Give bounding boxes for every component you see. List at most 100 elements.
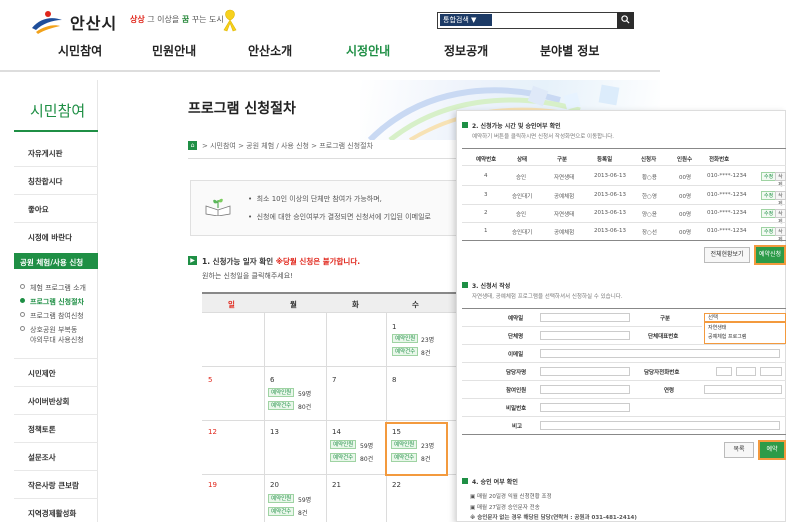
form-label-participants: 참여인원 — [506, 388, 527, 394]
sidebar-item-wish[interactable]: 시정에 바란다 — [28, 232, 72, 243]
remarks-field[interactable] — [540, 421, 780, 430]
home-icon[interactable]: ⌂ — [188, 141, 197, 150]
sidebar-divider — [14, 386, 98, 387]
calendar-day-12[interactable]: 12 — [208, 428, 217, 436]
sidebar-item-local-economy[interactable]: 지역경제활성화 — [28, 508, 76, 519]
reservation-calendar — [202, 292, 456, 522]
manager-name-field[interactable] — [540, 367, 630, 376]
gnb-citizen[interactable]: 시민참여 — [58, 42, 102, 59]
age-select[interactable] — [704, 385, 782, 394]
password-field[interactable] — [540, 403, 630, 412]
delete-button[interactable]: 삭제 — [775, 209, 786, 225]
sidebar-item-praise[interactable]: 칭찬합시다 — [28, 176, 63, 187]
table-divider — [462, 222, 786, 223]
group-name-field[interactable] — [540, 331, 630, 340]
sidebar-item-small-love[interactable]: 작은사랑 큰보람 — [28, 480, 79, 491]
step-marker-icon: ▶ — [188, 256, 197, 265]
calendar-day-13[interactable]: 13 — [270, 428, 279, 436]
calendar-day-20[interactable]: 20 — [270, 481, 279, 489]
delete-button[interactable]: 삭제 — [775, 172, 786, 188]
reserved-count-badge: 예약건수 — [392, 347, 419, 356]
step3-title: 3. 신청서 작성 — [472, 283, 511, 290]
participants-select[interactable] — [540, 385, 630, 394]
type-select[interactable]: 선택 — [704, 313, 786, 322]
sidebar-divider — [14, 442, 98, 443]
reserved-count-badge: 예약건수 — [268, 401, 295, 410]
edit-button[interactable]: 수정 — [761, 191, 777, 200]
gnb-civil[interactable]: 민원안내 — [152, 42, 196, 59]
header-divider — [0, 70, 660, 72]
delete-button[interactable]: 삭제 — [775, 227, 786, 243]
reserved-count-value: 8건 — [421, 350, 431, 357]
reserve-button[interactable]: 예약신청 — [754, 245, 786, 265]
calendar-header-mon: 월 — [290, 300, 297, 309]
city-logo-text[interactable]: 안산시 — [70, 10, 117, 34]
table-cell: 2013-06-13 — [594, 173, 626, 179]
gnb-fields[interactable]: 분야별 정보 — [540, 42, 599, 59]
calendar-day-7[interactable]: 7 — [332, 376, 336, 384]
calendar-day-19[interactable]: 19 — [208, 481, 217, 489]
phone-last-field[interactable] — [760, 367, 782, 376]
edit-button[interactable]: 수정 — [761, 209, 777, 218]
col-header-no: 예약번호 — [476, 157, 497, 163]
col-header-applicant: 신청자 — [641, 157, 657, 163]
table-top-border — [462, 148, 786, 149]
calendar-day-6[interactable]: 6 — [270, 376, 274, 384]
date-field[interactable] — [540, 313, 630, 322]
dropdown-option-nature[interactable]: 자연생태 — [708, 324, 726, 331]
email-field[interactable] — [540, 349, 780, 358]
table-cell: 2013-06-13 — [594, 228, 626, 234]
col-header-phone: 전화번호 — [709, 157, 730, 163]
book-sprout-icon — [205, 198, 231, 216]
calendar-day-5[interactable]: 5 — [208, 376, 212, 384]
dropdown-option-craft[interactable]: 공예체험 프로그램 — [708, 333, 746, 340]
reserved-count-value: 80건 — [298, 404, 312, 411]
sidebar-item-survey[interactable]: 설문조사 — [28, 452, 56, 463]
phone-middle-field[interactable] — [736, 367, 756, 376]
reserved-people-badge: 예약인원 — [391, 440, 418, 449]
table-cell: 2013-06-13 — [594, 192, 626, 198]
submit-reserve-button[interactable]: 예약 — [758, 440, 786, 460]
sidebar-item-proposal[interactable]: 시민제안 — [28, 368, 56, 379]
sub-item-procedure[interactable]: 프로그램 신청절차 — [30, 297, 84, 307]
phone-prefix-select[interactable] — [716, 367, 732, 376]
calendar-day-1[interactable]: 1 — [392, 323, 396, 331]
table-divider — [462, 165, 786, 166]
calendar-day-15[interactable]: 15 — [392, 428, 401, 436]
table-cell: 양○윤 — [642, 212, 657, 218]
calendar-day-21[interactable]: 21 — [332, 481, 341, 489]
calendar-day-22[interactable]: 22 — [392, 481, 401, 489]
step4-note-2: ▣ 매월 27일경 승인문자 전송 — [470, 505, 540, 511]
table-cell: 3 — [484, 192, 488, 198]
search-button[interactable] — [617, 12, 634, 29]
calendar-day-8[interactable]: 8 — [392, 376, 396, 384]
delete-button[interactable]: 삭제 — [775, 191, 786, 207]
col-header-date: 등록일 — [597, 157, 613, 163]
notice-text-2: • 신청에 대한 승인여부가 결정되면 신청서에 기입된 이메일로 — [248, 213, 431, 221]
reserved-people-count: 59명 — [298, 497, 312, 504]
edit-button[interactable]: 수정 — [761, 227, 777, 236]
calendar-day-14[interactable]: 14 — [332, 428, 341, 436]
sidebar-title: 시민참여 — [30, 102, 86, 120]
sidebar-item-policy-debate[interactable]: 정책토론 — [28, 424, 56, 435]
view-all-button[interactable]: 전체현황보기 — [704, 247, 750, 263]
edit-button[interactable]: 수정 — [761, 172, 777, 181]
sidebar-item-cyber-meeting[interactable]: 사이버반상회 — [28, 396, 69, 407]
bullet-icon — [20, 326, 25, 331]
gnb-info[interactable]: 정보공개 — [444, 42, 488, 59]
city-logo-icon[interactable] — [28, 10, 64, 34]
sidebar-item-free-board[interactable]: 자유게시판 — [28, 148, 63, 159]
reserved-count-value: 8건 — [298, 510, 308, 517]
list-button[interactable]: 목록 — [724, 442, 754, 458]
sub-item-stage-apply[interactable]: 상호공원 부복동 야외무대 사용신청 — [30, 325, 84, 345]
search-scope-select[interactable]: 통합검색 ▼ — [440, 14, 492, 26]
sub-item-program-intro[interactable]: 체험 프로그램 소개 — [30, 283, 86, 293]
sub-item-program-apply[interactable]: 프로그램 참여신청 — [30, 311, 84, 321]
sidebar-item-like[interactable]: 좋아요 — [28, 204, 49, 215]
gnb-admin[interactable]: 시정안내 — [346, 42, 390, 59]
sidebar-divider — [14, 166, 98, 167]
bullet-icon — [20, 284, 25, 289]
gnb-about[interactable]: 안산소개 — [248, 42, 292, 59]
form-label-date: 예약일 — [508, 316, 524, 322]
table-cell: 자연생태 — [554, 175, 575, 181]
